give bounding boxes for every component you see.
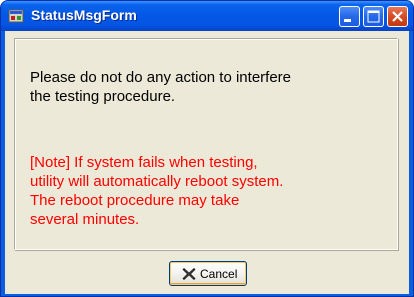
minimize-button[interactable] xyxy=(339,6,360,27)
window-title: StatusMsgForm xyxy=(31,7,137,23)
app-icon xyxy=(8,8,24,24)
note-message: [Note] If system fails when testing, uti… xyxy=(30,154,284,228)
main-message: Please do not do any action to interfere… xyxy=(30,69,292,105)
dialog-client-area: Please do not do any action to interfere… xyxy=(5,31,409,294)
title-bar[interactable]: StatusMsgForm xyxy=(1,1,413,31)
cancel-button-label: Cancel xyxy=(200,267,238,281)
minimize-icon xyxy=(344,19,351,22)
status-window: StatusMsgForm Please do not do any actio… xyxy=(0,0,414,297)
cancel-button[interactable]: Cancel xyxy=(169,261,247,286)
close-button[interactable] xyxy=(387,6,408,27)
red-x-icon xyxy=(182,268,196,280)
close-icon xyxy=(392,11,403,22)
maximize-icon xyxy=(367,10,380,23)
maximize-button[interactable] xyxy=(363,6,384,27)
